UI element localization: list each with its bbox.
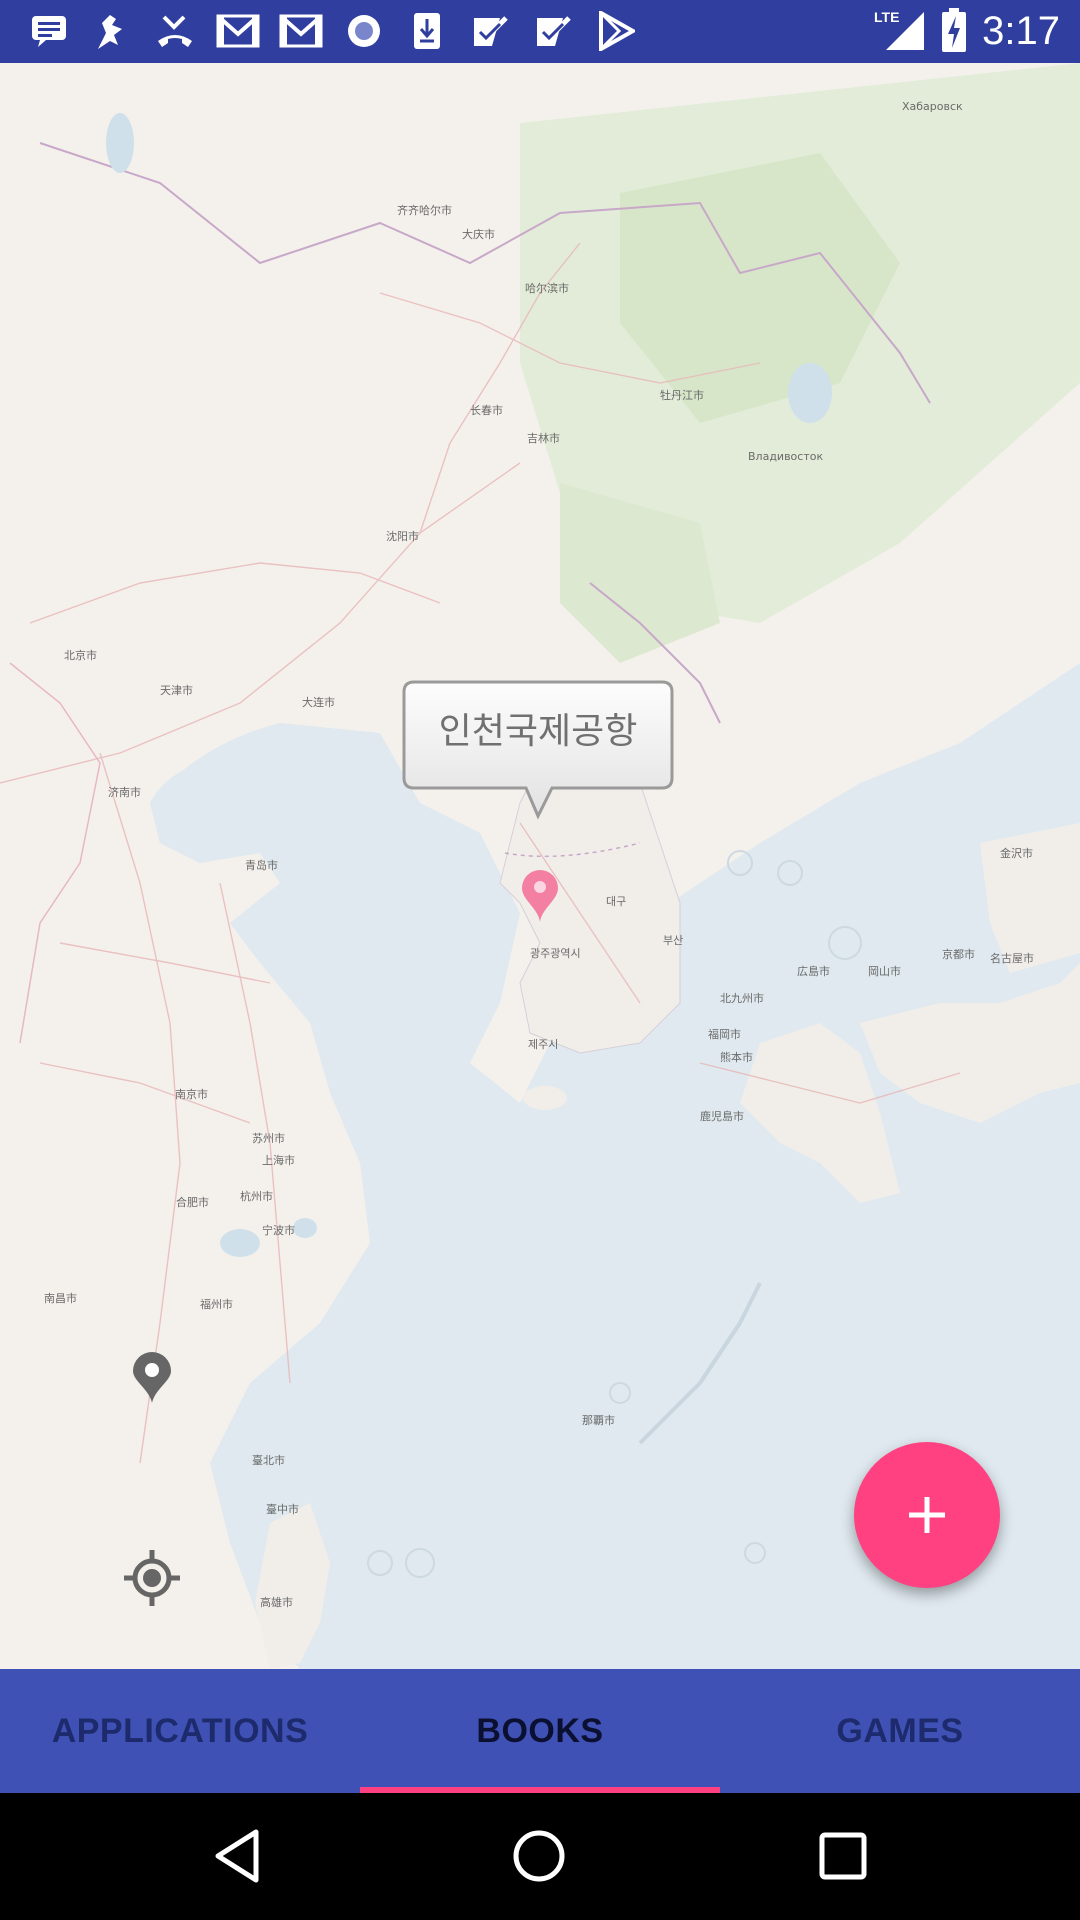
map-place-label: 牡丹江市 xyxy=(660,389,704,402)
map-place-label: 那覇市 xyxy=(582,1414,615,1427)
recents-icon[interactable] xyxy=(813,1826,873,1890)
map-place-label: 济南市 xyxy=(108,786,141,799)
add-fab-button[interactable] xyxy=(854,1442,1000,1588)
map-place-label: 제주시 xyxy=(528,1038,559,1051)
marker-info-window[interactable]: 인천국제공항 xyxy=(402,680,674,820)
map-place-label: 熊本市 xyxy=(720,1051,753,1064)
check-task-icon xyxy=(530,10,576,52)
map-place-label: 광주광역시 xyxy=(530,947,581,960)
circle-app-icon xyxy=(341,10,387,52)
map-place-label: 대구 xyxy=(606,895,627,908)
selected-location-marker-icon[interactable] xyxy=(520,868,560,928)
map-place-label: 吉林市 xyxy=(527,432,560,445)
map-place-label: 齐齐哈尔市 xyxy=(397,204,452,217)
map-place-label: 高雄市 xyxy=(260,1596,293,1609)
notification-icons xyxy=(26,10,639,52)
gmail-icon xyxy=(215,10,261,52)
download-icon xyxy=(404,10,450,52)
gmail-icon xyxy=(278,10,324,52)
message-icon xyxy=(26,10,72,52)
map-place-label: 福岡市 xyxy=(708,1028,741,1041)
map-place-label: 大连市 xyxy=(302,696,335,709)
map-place-label: 金沢市 xyxy=(1000,847,1033,860)
map-place-label: 南昌市 xyxy=(44,1292,77,1305)
map-place-label: 広島市 xyxy=(797,965,830,978)
tab-games[interactable]: GAMES xyxy=(720,1669,1080,1793)
svg-text:LTE: LTE xyxy=(874,9,899,25)
map-place-label: 鹿児島市 xyxy=(700,1110,744,1123)
map-place-label: Хабаровск xyxy=(902,100,963,113)
lte-signal-icon: LTE xyxy=(874,8,926,56)
map-place-label: 北京市 xyxy=(64,649,97,662)
system-nav-bar xyxy=(0,1793,1080,1920)
map-place-label: 哈尔滨市 xyxy=(525,282,569,295)
status-bar: LTE 3:17 xyxy=(0,0,1080,63)
map-base xyxy=(0,63,1080,1669)
map-view[interactable]: Хабаровск Владивосток 哈尔滨市长春市吉林市沈阳市大连市 北京市天… xyxy=(0,63,1080,1669)
map-place-label: Владивосток xyxy=(748,450,824,463)
map-place-label: 名古屋市 xyxy=(990,952,1034,965)
info-window-title: 인천국제공항 xyxy=(438,711,638,752)
home-icon[interactable] xyxy=(509,1826,569,1890)
map-place-label: 京都市 xyxy=(942,948,975,961)
back-icon[interactable] xyxy=(208,1826,268,1890)
tab-applications[interactable]: APPLICATIONS xyxy=(0,1669,360,1793)
map-place-label: 岡山市 xyxy=(868,965,901,978)
check-task-icon xyxy=(467,10,513,52)
place-marker-icon[interactable] xyxy=(130,1351,174,1409)
play-store-icon xyxy=(593,10,639,52)
map-place-label: 부산 xyxy=(663,934,684,947)
tab-bar: APPLICATIONS BOOKS GAMES xyxy=(0,1669,1080,1793)
map-place-label: 臺北市 xyxy=(252,1454,285,1467)
missed-call-icon xyxy=(152,10,198,52)
map-place-label: 合肥市 xyxy=(176,1196,209,1209)
map-place-label: 宁波市 xyxy=(262,1224,295,1237)
map-place-label: 北九州市 xyxy=(720,992,764,1005)
map-place-label: 青岛市 xyxy=(245,859,278,872)
tab-books[interactable]: BOOKS xyxy=(360,1669,720,1793)
map-place-label: 福州市 xyxy=(200,1298,233,1311)
battery-charging-icon xyxy=(942,7,967,56)
map-place-label: 臺中市 xyxy=(266,1503,299,1516)
my-location-icon[interactable] xyxy=(122,1548,182,1612)
map-place-label: 杭州市 xyxy=(240,1190,273,1203)
bird-icon xyxy=(89,10,135,52)
map-place-label: 天津市 xyxy=(160,684,193,697)
map-place-label: 苏州市 xyxy=(252,1132,285,1145)
map-place-label: 长春市 xyxy=(470,404,503,417)
status-right: LTE 3:17 xyxy=(874,0,1060,63)
plus-icon xyxy=(909,1497,945,1533)
clock: 3:17 xyxy=(982,9,1060,53)
map-place-label: 沈阳市 xyxy=(386,530,419,543)
map-place-label: 大庆市 xyxy=(462,228,495,241)
map-place-label: 上海市 xyxy=(262,1154,295,1167)
map-place-label: 南京市 xyxy=(175,1088,208,1101)
